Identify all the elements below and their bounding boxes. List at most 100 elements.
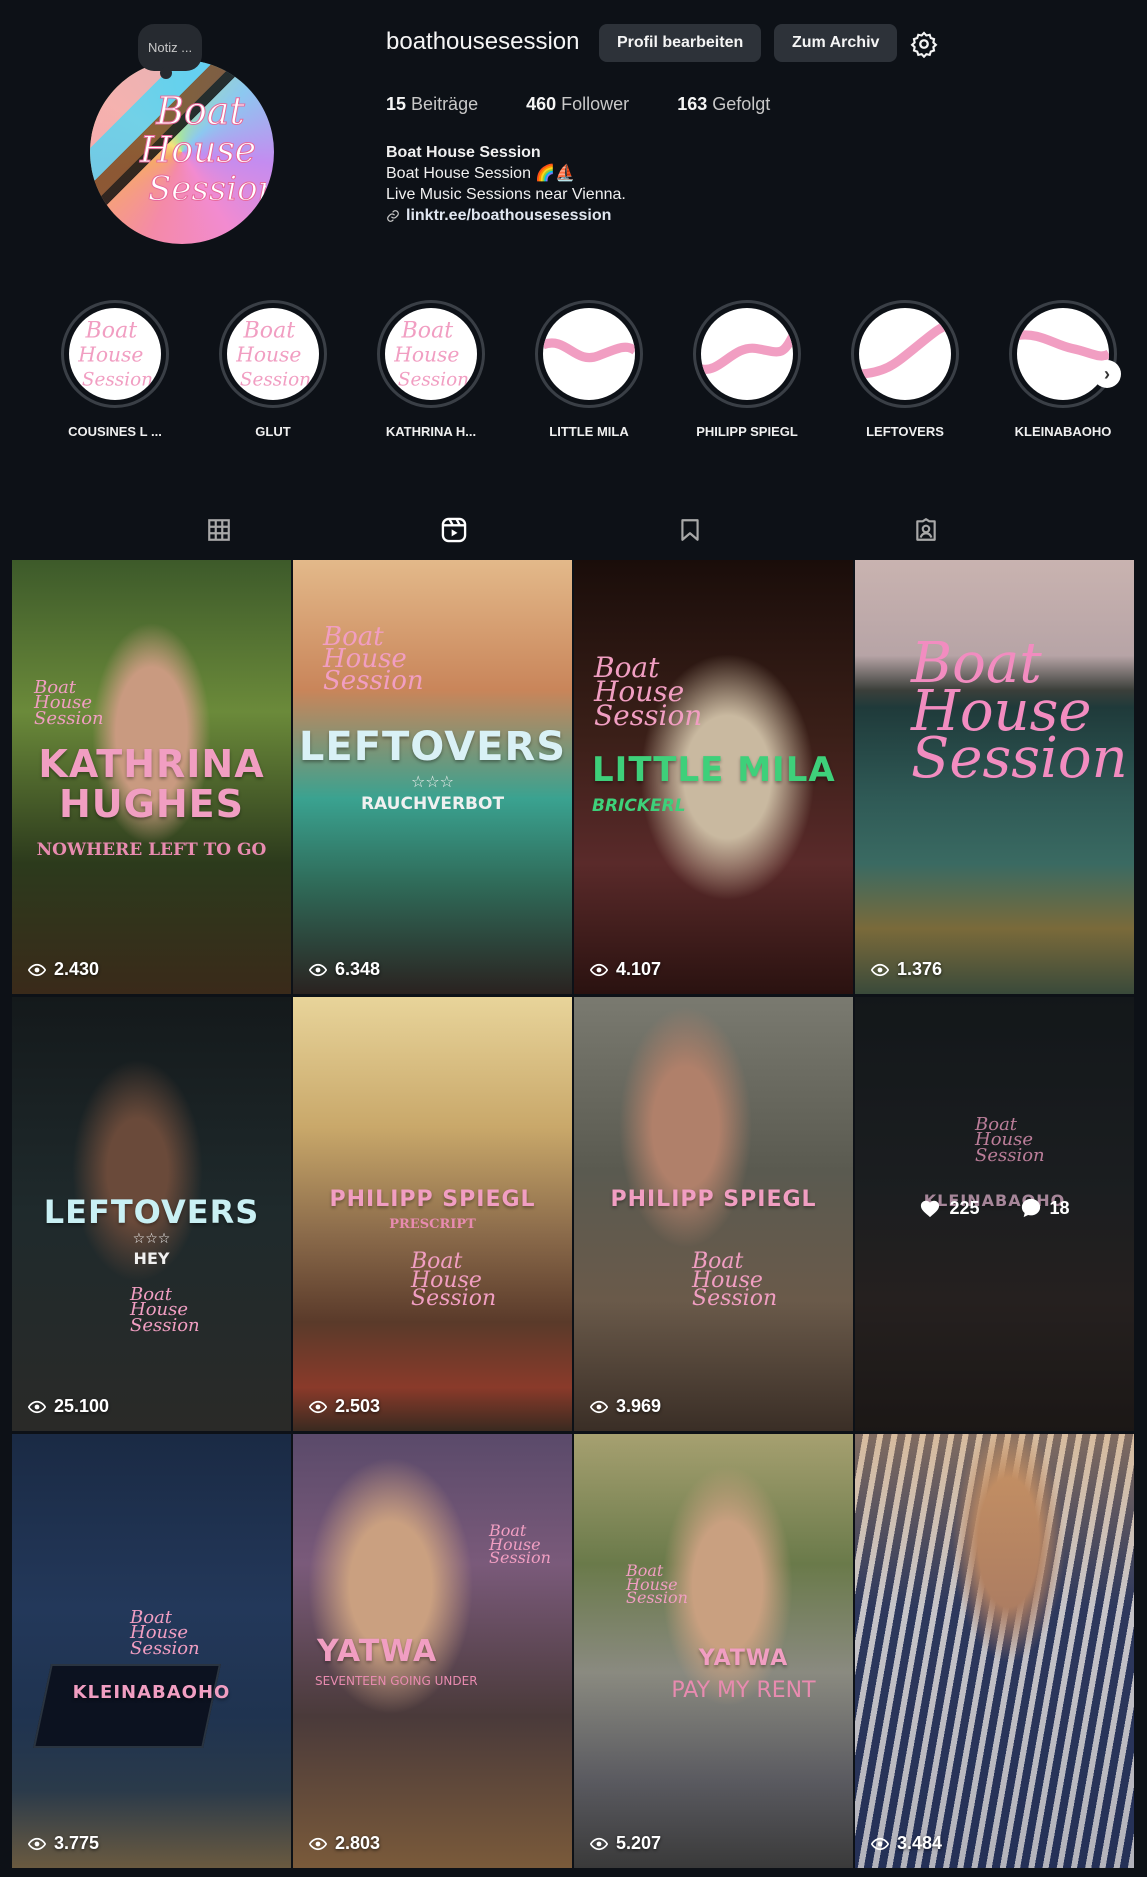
reel-subtitle: RAUCHVERBOT bbox=[360, 794, 505, 814]
chevron-right-icon: › bbox=[1104, 363, 1110, 384]
highlight-label: PHILIPP SPIEGL bbox=[696, 424, 798, 439]
highlight-label: GLUT bbox=[255, 424, 291, 439]
highlight-ring[interactable] bbox=[693, 300, 801, 408]
eye-icon bbox=[590, 963, 608, 976]
reel-post[interactable]: Boat House Session LEFTOVERS ☆☆☆ RAUCHVERB… bbox=[293, 560, 572, 994]
reel-title: PHILIPP SPIEGL bbox=[329, 1187, 536, 1212]
profile-avatar-container[interactable]: Boat House Session Notiz ... bbox=[90, 24, 274, 244]
svg-text:House: House bbox=[77, 342, 143, 366]
reel-subtitle: BRICKERL bbox=[592, 796, 686, 816]
highlight-wave-thumb bbox=[1017, 308, 1109, 400]
boat-house-session-logo: Boat House Session bbox=[130, 1284, 200, 1336]
highlight-ring[interactable]: Boat House Session bbox=[219, 300, 327, 408]
highlight-item[interactable]: Boat House Session GLUT bbox=[218, 300, 328, 439]
bio-line-1: Boat House Session 🌈⛵ bbox=[386, 165, 576, 182]
boat-house-session-logo: Boat House Session bbox=[489, 1521, 551, 1568]
highlight-label: LEFTOVERS bbox=[866, 424, 944, 439]
highlight-ring[interactable] bbox=[535, 300, 643, 408]
eye-icon bbox=[28, 1400, 46, 1413]
reel-subtitle: NOWHERE LEFT TO GO bbox=[36, 840, 267, 860]
bio-link-text[interactable]: linktr.ee/boathousesession bbox=[406, 205, 611, 226]
highlight-logo-thumb: Boat House Session bbox=[227, 308, 319, 400]
bio-link[interactable]: linktr.ee/boathousesession bbox=[386, 205, 626, 226]
reel-post[interactable]: Boat House Session KLEINABAOHO 225 18 bbox=[855, 997, 1134, 1431]
reel-post[interactable]: Boat House Session LITTLE MILA BRICKERL 4.… bbox=[574, 560, 853, 994]
view-count: 1.376 bbox=[871, 959, 942, 980]
reel-stars: ☆☆☆ bbox=[132, 1231, 171, 1247]
reel-post[interactable]: Boat House Session YATWA PAY MY RENT 5.207 bbox=[574, 1434, 853, 1868]
reel-post[interactable]: Boat House Session KLEINABAOHO 3.775 bbox=[12, 1434, 291, 1868]
bookmark-icon bbox=[681, 519, 699, 541]
view-count-value: 1.376 bbox=[897, 959, 943, 979]
highlights-next-button[interactable]: › bbox=[1093, 360, 1121, 388]
boat-house-session-logo: Boat House Session bbox=[34, 677, 104, 729]
profile-stats: 15 Beiträge 460 Follower 163 Gefolgt bbox=[386, 94, 770, 115]
highlight-item[interactable]: Boat House Session KATHRINA H... bbox=[376, 300, 486, 439]
eye-icon bbox=[309, 1400, 327, 1413]
stat-following-label: Gefolgt bbox=[712, 94, 771, 114]
note-bubble[interactable]: Notiz ... bbox=[138, 24, 203, 79]
highlight-logo-thumb: Boat House Session bbox=[69, 308, 161, 400]
boat-house-session-logo: Boat House Session bbox=[975, 1114, 1045, 1166]
reel-post[interactable]: PHILIPP SPIEGL PRESCRIPT Boat House Sessio… bbox=[293, 997, 572, 1431]
reel-post[interactable]: Boat House Session KATHRINA HUGHES NOWHERE… bbox=[12, 560, 291, 994]
avatar[interactable]: Boat House Session bbox=[90, 60, 274, 244]
view-count-value: 2.503 bbox=[335, 1396, 381, 1416]
svg-text:House: House bbox=[393, 342, 459, 366]
view-archive-button[interactable]: Zum Archiv bbox=[774, 24, 898, 62]
svg-text:Session: Session bbox=[398, 369, 469, 390]
eye-icon bbox=[309, 963, 327, 976]
bio-line-2: Live Music Sessions near Vienna. bbox=[386, 186, 626, 203]
svg-text:Boat: Boat bbox=[85, 318, 138, 343]
view-count: 4.107 bbox=[590, 959, 661, 980]
boat-house-session-logo: Boat House Session bbox=[411, 1249, 497, 1312]
highlight-ring[interactable]: Boat House Session bbox=[61, 300, 169, 408]
engagement-stats: 225 18 bbox=[855, 1197, 1134, 1219]
highlight-ring[interactable] bbox=[851, 300, 959, 408]
svg-text:Session: Session bbox=[240, 369, 311, 390]
grid-icon bbox=[208, 519, 230, 541]
eye-icon bbox=[871, 963, 889, 976]
view-count-value: 4.107 bbox=[616, 959, 662, 979]
highlight-item[interactable]: LEFTOVERS bbox=[850, 300, 960, 439]
reel-logo-title: Boat House Session bbox=[911, 631, 1128, 792]
stat-following[interactable]: 163 Gefolgt bbox=[677, 94, 770, 115]
tab-tagged[interactable] bbox=[906, 512, 946, 548]
highlight-label: COUSINES L ... bbox=[68, 424, 162, 439]
svg-text:House: House bbox=[235, 342, 301, 366]
stat-posts[interactable]: 15 Beiträge bbox=[386, 94, 478, 115]
highlight-item[interactable]: Boat House Session COUSINES L ... bbox=[60, 300, 170, 439]
view-count-value: 3.484 bbox=[897, 1833, 943, 1853]
reel-post[interactable]: PHILIPP SPIEGL Boat House Session 3.969 bbox=[574, 997, 853, 1431]
story-highlights: Boat House Session COUSINES L ... Boat Hous… bbox=[60, 300, 1120, 450]
reel-title: PHILIPP SPIEGL bbox=[610, 1187, 817, 1212]
reel-title: YATWA bbox=[317, 1634, 438, 1669]
view-count-value: 3.969 bbox=[616, 1396, 662, 1416]
reel-post[interactable]: 3.484 bbox=[855, 1434, 1134, 1868]
tab-saved[interactable] bbox=[670, 512, 710, 548]
eye-icon bbox=[590, 1400, 608, 1413]
eye-icon bbox=[590, 1837, 608, 1850]
link-icon bbox=[387, 209, 399, 222]
highlight-ring[interactable] bbox=[1009, 300, 1117, 408]
reel-post[interactable]: Boat House Session 1.376 bbox=[855, 560, 1134, 994]
tab-reels[interactable] bbox=[434, 512, 474, 548]
boat-house-session-logo: Boat House Session bbox=[626, 1561, 688, 1608]
floating-dock bbox=[33, 1664, 221, 1748]
reel-post[interactable]: Boat House Session YATWA SEVENTEEN GOING U… bbox=[293, 1434, 572, 1868]
reel-subtitle: PAY MY RENT bbox=[671, 1678, 816, 1703]
stat-followers-label: Follower bbox=[561, 94, 630, 114]
edit-profile-button[interactable]: Profil bearbeiten bbox=[599, 24, 762, 62]
tint-overlay bbox=[855, 1434, 1134, 1868]
highlight-item[interactable]: LITTLE MILA bbox=[534, 300, 644, 439]
highlight-item[interactable]: PHILIPP SPIEGL bbox=[692, 300, 802, 439]
settings-gear-icon[interactable] bbox=[910, 30, 938, 58]
eye-icon bbox=[28, 963, 46, 976]
stat-followers[interactable]: 460 Follower bbox=[526, 94, 629, 115]
reel-post[interactable]: LEFTOVERS ☆☆☆ HEY Boat House Session 25.10… bbox=[12, 997, 291, 1431]
highlight-logo-thumb: Boat House Session bbox=[385, 308, 477, 400]
boat-house-session-logo: Boat House Session bbox=[692, 1249, 778, 1312]
reel-title: YATWA bbox=[698, 1646, 789, 1671]
tab-posts[interactable] bbox=[199, 512, 239, 548]
highlight-ring[interactable]: Boat House Session bbox=[377, 300, 485, 408]
